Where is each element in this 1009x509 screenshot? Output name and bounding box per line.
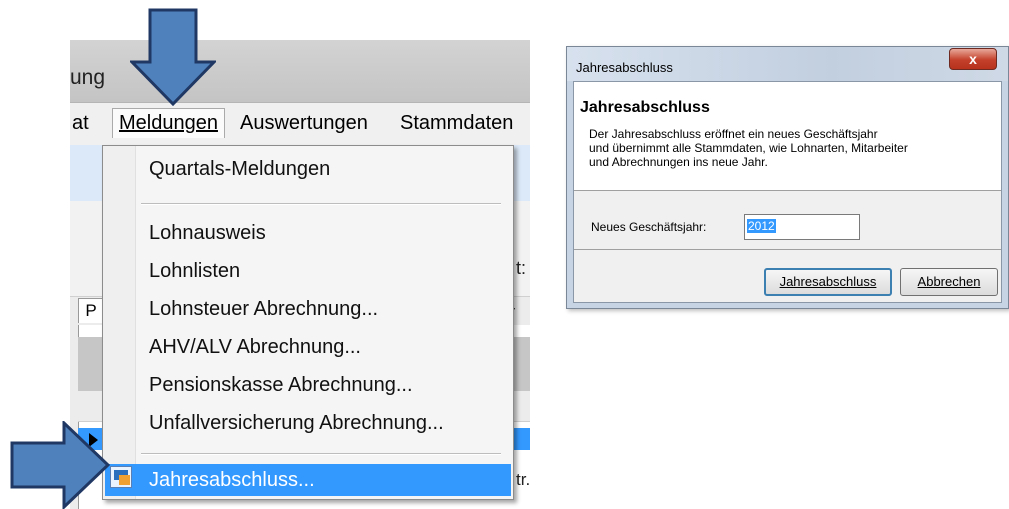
meldungen-dropdown-menu: Quartals-Meldungen Lohnausweis Lohnliste… xyxy=(102,145,514,500)
geschaeftsjahr-value: 2012 xyxy=(747,219,776,233)
menu-meldungen[interactable]: Meldungen xyxy=(112,108,225,138)
menu-item-pensionskasse[interactable]: Pensionskasse Abrechnung... xyxy=(149,374,413,397)
dialog-header-panel: Jahresabschluss Der Jahresabschluss eröf… xyxy=(574,82,1001,191)
description-line: Der Jahresabschluss eröffnet ein neues G… xyxy=(589,127,878,141)
jahresabschluss-dialog: Jahresabschluss x Jahresabschluss Der Ja… xyxy=(566,46,1009,309)
background-text-fragment: t: xyxy=(516,258,527,278)
dialog-body: Jahresabschluss Der Jahresabschluss eröf… xyxy=(573,81,1002,303)
tab-p[interactable]: P xyxy=(78,298,104,323)
menu-item-unfallversicherung[interactable]: Unfallversicherung Abrechnung... xyxy=(149,412,444,435)
menubar: at Meldungen Auswertungen Stammdaten xyxy=(70,103,530,145)
description-line: und übernimmt alle Stammdaten, wie Lohna… xyxy=(589,141,908,155)
menu-item-quartals-meldungen[interactable]: Quartals-Meldungen xyxy=(149,158,330,181)
background-text-fragment: tr. xyxy=(516,470,530,489)
menu-separator xyxy=(141,203,501,205)
jahresabschluss-button[interactable]: Jahresabschluss xyxy=(764,268,892,296)
dialog-heading: Jahresabschluss xyxy=(580,99,710,116)
geschaeftsjahr-label: Neues Geschäftsjahr: xyxy=(591,220,707,234)
abbrechen-button-label: Abbrechen xyxy=(917,274,981,289)
menu-item-lohnlisten[interactable]: Lohnlisten xyxy=(149,260,240,283)
geschaeftsjahr-input[interactable]: 2012 xyxy=(744,214,860,240)
window-title: ung xyxy=(70,66,106,89)
menu-separator xyxy=(141,453,501,455)
calendar-icon xyxy=(110,466,132,488)
right-arrow-icon xyxy=(10,421,110,509)
menu-item-ahv-alv[interactable]: AHV/ALV Abrechnung... xyxy=(149,336,361,359)
close-button[interactable]: x xyxy=(949,48,997,70)
description-line: und Abrechnungen ins neue Jahr. xyxy=(589,155,768,169)
dialog-titlebar: Jahresabschluss x xyxy=(567,47,1008,81)
menu-stammdaten[interactable]: Stammdaten xyxy=(398,112,515,135)
abbrechen-button[interactable]: Abbrechen xyxy=(900,268,998,296)
menu-at[interactable]: at xyxy=(70,112,91,135)
menu-item-lohnsteuer[interactable]: Lohnsteuer Abrechnung... xyxy=(149,298,378,321)
menu-auswertungen[interactable]: Auswertungen xyxy=(238,112,370,135)
down-arrow-icon xyxy=(130,8,216,106)
menu-meldungen-label: Meldungen xyxy=(119,112,218,134)
dialog-title: Jahresabschluss xyxy=(576,60,673,75)
dialog-description: Der Jahresabschluss eröffnet ein neues G… xyxy=(589,127,994,169)
menu-item-lohnausweis[interactable]: Lohnausweis xyxy=(149,222,266,245)
jahresabschluss-button-label: Jahresabschluss xyxy=(779,274,877,289)
app-window-screenshot: ung at Meldungen Auswertungen Stammdaten… xyxy=(70,40,530,509)
menu-item-jahresabschluss-label: Jahresabschluss... xyxy=(149,469,315,491)
